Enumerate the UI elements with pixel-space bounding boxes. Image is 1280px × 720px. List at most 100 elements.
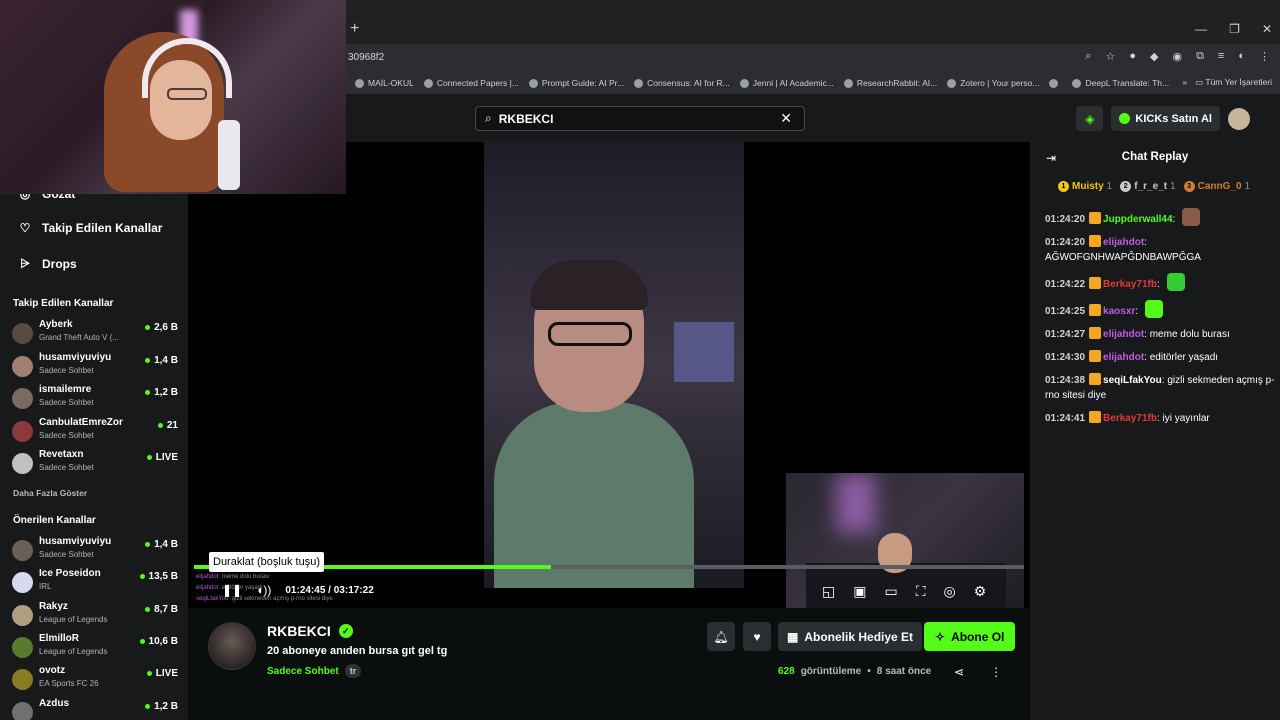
new-tab-button[interactable]: + <box>350 20 359 38</box>
star-icon[interactable]: ☆ <box>1105 50 1115 63</box>
channel-avatar <box>12 355 33 377</box>
search-input[interactable]: ⌕ RKBEKCI ✕ <box>475 106 805 131</box>
address-bar[interactable]: 30968f2 ⌕ ☆ ● ◆ ◉ ⧉ ≡ ◐ ⋮ <box>346 44 1280 72</box>
bookmarks-bar: MAİL-OKUL Connected Papers |... Prompt Gui… <box>346 72 1280 94</box>
leaderboard-entry[interactable]: 3 CannG_0 1 <box>1183 181 1250 192</box>
close-icon[interactable]: ✕ <box>1262 22 1272 36</box>
bookmark-item[interactable]: Prompt Guide: AI Pr... <box>524 78 629 88</box>
media-icon[interactable]: ≡ <box>1218 50 1224 63</box>
leaderboard-entry[interactable]: 2 f_r_e_t 1 <box>1120 181 1176 192</box>
minimize-icon[interactable]: — <box>1195 22 1207 36</box>
bookmark-item[interactable]: Consensus: AI for R... <box>629 78 735 88</box>
buy-kicks-button[interactable]: KICKs Satın Al <box>1111 106 1220 131</box>
chat-username[interactable]: seqiLfakYou <box>1103 375 1162 386</box>
sidebar-nav-drops[interactable]: ⩥ Drops <box>18 256 77 271</box>
restore-icon[interactable]: ❐ <box>1229 22 1240 36</box>
views-count: 628 <box>778 666 795 677</box>
profile-icon[interactable]: ◐ <box>1238 50 1245 63</box>
channel-list-item[interactable]: Rakyz League of Legends 8,7 B <box>12 601 180 631</box>
bookmark-item[interactable]: Jenni | AI Academic... <box>735 78 839 88</box>
sidebar-nav-label: Drops <box>42 256 77 271</box>
channel-list-item[interactable]: Ice Poseidon IRL 13,5 B <box>12 568 180 598</box>
notification-bell-button[interactable]: 🔔︎ <box>707 622 735 651</box>
theater-icon[interactable]: ▣ <box>853 583 866 600</box>
channel-list-item[interactable]: Azdus 1,2 B <box>12 698 180 720</box>
bookmark-item[interactable]: DeepL Translate: Th... <box>1067 78 1174 88</box>
sidebar-nav-following[interactable]: ♡ Takip Edilen Kanallar <box>18 221 163 235</box>
user-avatar[interactable] <box>1228 107 1250 130</box>
more-bookmarks-icon[interactable]: » <box>1182 77 1187 88</box>
show-more-link[interactable]: Daha Fazla Göster <box>13 488 87 498</box>
channel-avatar <box>12 420 33 442</box>
bookmark-favicon-icon <box>355 78 364 88</box>
clip-icon[interactable]: ◱ <box>822 583 835 600</box>
chat-username[interactable]: Berkay71fb <box>1103 413 1157 424</box>
channel-category: League of Legends <box>39 614 108 624</box>
speed-icon[interactable]: ◎ <box>944 583 956 600</box>
chat-username[interactable]: Berkay71fb <box>1103 279 1157 290</box>
channel-list-item[interactable]: ovotz EA Sports FC 26 LIVE <box>12 665 180 695</box>
chat-username[interactable]: elijahdot <box>1103 329 1144 340</box>
video-frame <box>484 142 744 588</box>
extension-icon[interactable]: ◉ <box>1172 50 1182 63</box>
channel-list-item[interactable]: ismailemre Sadece Sohbet 1,2 B <box>12 384 180 414</box>
leaderboard-entry[interactable]: 1 Muisty 1 <box>1058 181 1112 192</box>
channel-avatar <box>12 323 33 344</box>
zoom-icon[interactable]: ⌕ <box>1085 50 1091 63</box>
pause-icon[interactable]: ❚❚ <box>222 583 242 597</box>
bookmark-item[interactable] <box>1044 78 1067 88</box>
menu-icon[interactable]: ⋮ <box>1259 50 1270 63</box>
channel-list-item[interactable]: Revetaxn Sadece Sohbet LIVE <box>12 449 180 479</box>
bookmark-item[interactable]: Zotero | Your perso... <box>942 78 1044 88</box>
puzzle-icon[interactable]: ⧉ <box>1196 50 1204 63</box>
all-bookmarks[interactable]: ▭ Tüm Yer İşaretleri <box>1195 77 1272 88</box>
channel-name: husamviyuviyu <box>39 351 112 363</box>
category-link[interactable]: Sadece Sohbet <box>267 666 339 677</box>
url-text[interactable]: 30968f2 <box>348 52 384 63</box>
collapse-chat-icon[interactable]: ⇥ <box>1046 151 1056 165</box>
video-player[interactable]: elijahdot: meme dolu burası elijahdot: ed… <box>188 142 1030 608</box>
viewer-count: 1,2 B <box>145 701 178 712</box>
live-indicator-icon <box>146 671 152 677</box>
clear-search-icon[interactable]: ✕ <box>780 110 792 127</box>
volume-icon[interactable]: ◖)) <box>256 583 271 597</box>
chat-timestamp: 01:24:27 <box>1045 329 1086 340</box>
bookmark-item[interactable]: Connected Papers |... <box>419 78 524 88</box>
channel-list-item[interactable]: husamviyuviyu Sadece Sohbet 1,4 B <box>12 536 180 566</box>
channel-list-item[interactable]: husamviyuviyu Sadece Sohbet 1,4 B <box>12 352 180 382</box>
language-tag[interactable]: tr <box>344 664 362 678</box>
channel-list-item[interactable]: CanbulatEmreZor Sadece Sohbet 21 <box>12 417 180 447</box>
chat-colon: : <box>1156 279 1163 290</box>
chat-username[interactable]: kaosxr <box>1103 306 1135 317</box>
extension-icon[interactable]: ● <box>1129 50 1136 63</box>
follow-button[interactable]: ♥ <box>743 622 771 651</box>
gift-icon: ▦ <box>787 629 799 644</box>
chat-username[interactable]: elijahdot <box>1103 237 1144 248</box>
channel-name[interactable]: RKBEKCI <box>267 623 331 639</box>
channel-list-item[interactable]: Ayberk Grand Theft Auto V (... 2,6 B <box>12 319 180 349</box>
viewer-count: LIVE <box>146 668 178 679</box>
miniplayer-icon[interactable]: ▭ <box>884 583 897 600</box>
search-value[interactable]: RKBEKCI <box>499 112 554 126</box>
settings-icon[interactable]: ⚙ <box>974 583 987 600</box>
viewer-count-value: 1,4 B <box>154 354 178 366</box>
chat-message: 01:24:20 Juppderwall44: <box>1045 208 1275 227</box>
share-icon[interactable]: ⋖ <box>954 665 964 679</box>
channel-avatar[interactable] <box>208 622 256 670</box>
chat-timestamp: 01:24:25 <box>1045 306 1086 317</box>
chat-username[interactable]: Juppderwall44 <box>1103 214 1172 225</box>
buy-kicks-label: KICKs Satın Al <box>1135 112 1212 125</box>
channel-category: League of Legends <box>39 646 108 656</box>
rewards-icon[interactable]: ◈ <box>1076 106 1104 131</box>
fullscreen-icon[interactable]: ⛶ <box>916 583 926 600</box>
extension-icon[interactable]: ◆ <box>1150 50 1158 63</box>
bookmark-item[interactable]: MAİL-OKUL <box>350 78 419 88</box>
chat-username[interactable]: elijahdot <box>1103 352 1144 363</box>
more-options-icon[interactable]: ⋮ <box>990 665 1002 679</box>
channel-list-item[interactable]: ElmilloR League of Legends 10,6 B <box>12 633 180 663</box>
subscriber-badge-icon <box>1089 373 1102 385</box>
leader-count: 1 <box>1170 181 1176 192</box>
gift-sub-button[interactable]: ▦ Abonelik Hediye Et <box>778 622 923 651</box>
bookmark-item[interactable]: ResearchRabbit: AI... <box>839 78 942 88</box>
subscribe-button[interactable]: ✧ Abone Ol <box>924 622 1016 651</box>
